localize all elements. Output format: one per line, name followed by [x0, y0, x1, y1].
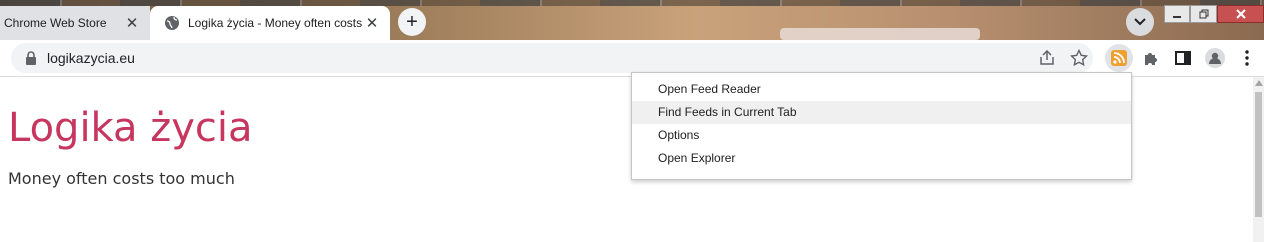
scroll-up-arrow-icon[interactable] [1255, 80, 1263, 86]
globe-icon [165, 16, 179, 30]
chevron-down-icon [1134, 18, 1146, 26]
feed-reader-extension-button[interactable] [1105, 44, 1133, 72]
url-text[interactable]: logikazycia.eu [47, 50, 135, 66]
rss-icon [1111, 50, 1127, 66]
new-tab-button[interactable]: + [398, 8, 426, 36]
kebab-menu-icon[interactable] [1237, 48, 1257, 68]
close-icon[interactable]: ✕ [362, 14, 382, 32]
tab-label: Logika życia - Money often costs [188, 16, 362, 30]
tab-label: Chrome Web Store [4, 16, 107, 30]
minimize-icon [1173, 16, 1181, 18]
tab-logika-zycia[interactable]: Logika życia - Money often costs ✕ [150, 6, 390, 40]
puzzle-icon[interactable] [1141, 48, 1161, 68]
side-panel-icon[interactable] [1173, 48, 1193, 68]
restore-button[interactable] [1190, 5, 1217, 23]
menu-item-options[interactable]: Options [632, 124, 1131, 147]
vertical-scrollbar[interactable] [1253, 77, 1264, 242]
menu-item-open-feed-reader[interactable]: Open Feed Reader [632, 78, 1131, 101]
restore-icon [1199, 9, 1208, 19]
close-icon[interactable]: ✕ [122, 14, 142, 32]
extension-context-menu: Open Feed Reader Find Feeds in Current T… [631, 72, 1132, 180]
bookmark-star-icon[interactable] [1069, 48, 1089, 68]
menu-item-open-explorer[interactable]: Open Explorer [632, 147, 1131, 170]
close-icon [1235, 9, 1246, 19]
title-bar: Chrome Web Store ✕ Logika życia - Money … [0, 0, 1264, 40]
address-bar[interactable]: logikazycia.eu [11, 43, 1093, 73]
plus-icon: + [406, 10, 418, 33]
minimize-button[interactable] [1164, 5, 1190, 23]
scroll-thumb[interactable] [1255, 92, 1262, 217]
tab-chrome-web-store[interactable]: Chrome Web Store ✕ [0, 6, 150, 40]
lock-icon[interactable] [25, 51, 37, 65]
menu-item-find-feeds[interactable]: Find Feeds in Current Tab [632, 101, 1131, 124]
wallpaper-blur [780, 28, 980, 40]
profile-avatar-icon[interactable] [1205, 48, 1225, 68]
close-window-button[interactable] [1217, 5, 1264, 23]
site-title[interactable]: Logika życia [8, 105, 253, 151]
share-icon[interactable] [1037, 48, 1057, 68]
site-tagline: Money often costs too much [8, 169, 235, 188]
tab-search-button[interactable] [1126, 8, 1154, 36]
